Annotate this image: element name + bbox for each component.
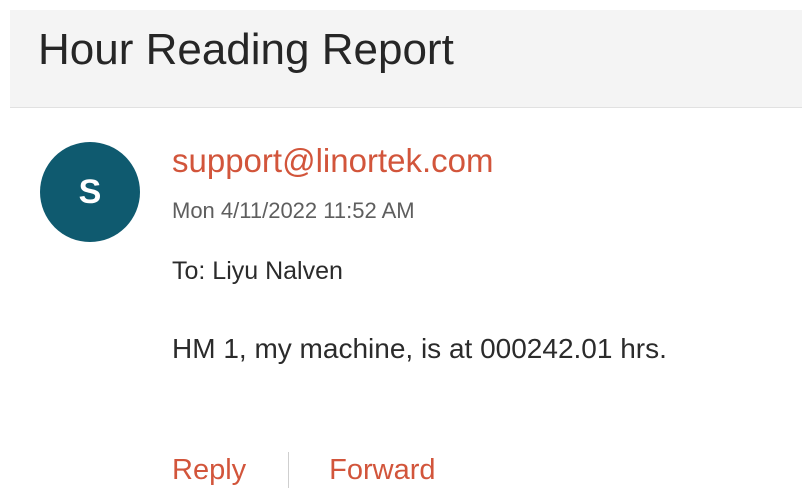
email-body: HM 1, my machine, is at 000242.01 hrs.: [172, 333, 667, 364]
email-timestamp: Mon 4/11/2022 11:52 AM: [172, 198, 415, 223]
action-divider: [288, 452, 290, 488]
sender-email[interactable]: support@linortek.com: [172, 140, 493, 182]
subject-header: Hour Reading Report: [10, 10, 802, 108]
email-actions: Reply Forward: [172, 450, 436, 490]
forward-button[interactable]: Forward: [329, 451, 435, 489]
email-subject: Hour Reading Report: [38, 25, 454, 74]
sender-avatar[interactable]: S: [40, 142, 140, 242]
recipient-line: To: Liyu Nalven: [172, 257, 343, 285]
reply-button[interactable]: Reply: [172, 451, 246, 489]
